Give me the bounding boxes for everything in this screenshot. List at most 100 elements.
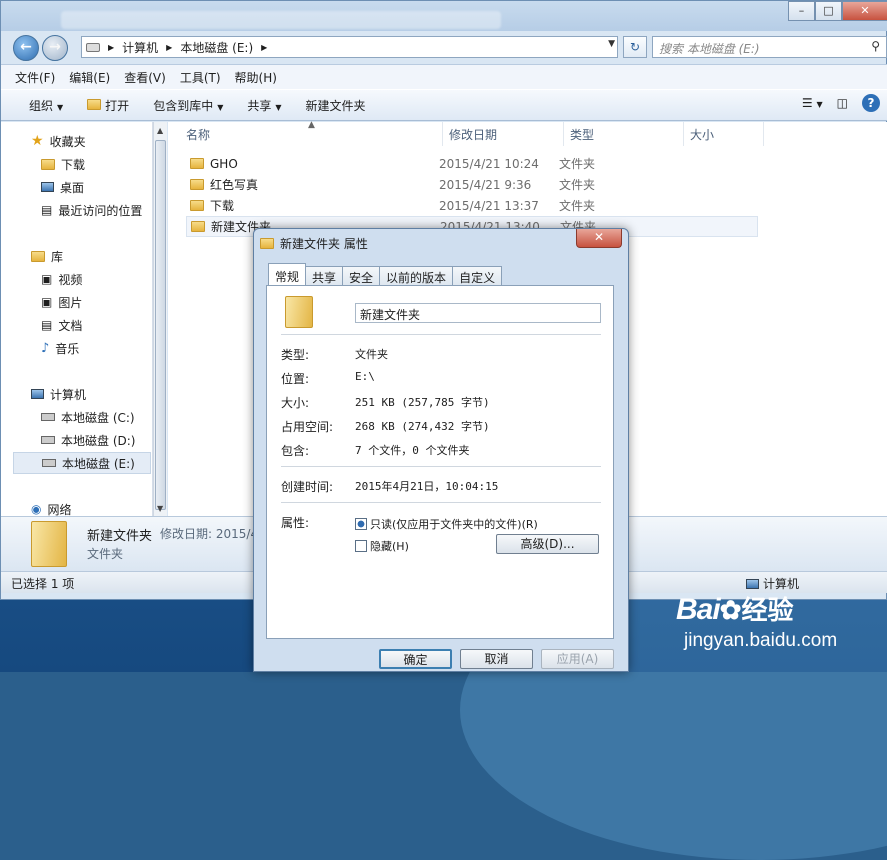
- dialog-title: 新建文件夹 属性: [280, 237, 368, 251]
- downloads-icon: [41, 158, 55, 170]
- chevron-down-icon: ▼: [275, 102, 282, 112]
- menu-file[interactable]: 文件(F): [15, 69, 55, 86]
- baidu-jingyan-watermark: Bai✿经验 jingyan.baidu.com: [676, 590, 876, 668]
- scroll-thumb[interactable]: [155, 140, 166, 510]
- include-in-library-button[interactable]: 包含到库中 ▼: [153, 97, 223, 114]
- sidebar-label: 最近访问的位置: [58, 203, 143, 218]
- hidden-check[interactable]: [355, 540, 367, 552]
- sidebar-item-drive-c[interactable]: 本地磁盘 (C:): [41, 406, 135, 428]
- chevron-down-icon: ▼: [217, 102, 224, 112]
- sidebar-item-recent[interactable]: ▤ 最近访问的位置: [41, 199, 142, 221]
- advanced-button[interactable]: 高级(D)...: [496, 534, 599, 554]
- ok-button[interactable]: 确定: [379, 649, 452, 669]
- apply-button[interactable]: 应用(A): [541, 649, 614, 669]
- new-folder-button[interactable]: 新建文件夹: [306, 97, 366, 114]
- organize-label: 组织: [29, 98, 54, 113]
- divider: [281, 466, 601, 467]
- menu-view[interactable]: 查看(V): [124, 69, 166, 86]
- scroll-down-icon[interactable]: ▼: [157, 504, 163, 513]
- back-button[interactable]: ←: [13, 35, 39, 61]
- minimize-button[interactable]: –: [788, 1, 815, 21]
- search-icon[interactable]: ⚲: [871, 39, 880, 53]
- address-bar[interactable]: ▶ 计算机 ▶ 本地磁盘 (E:) ▶ ▼: [81, 36, 618, 58]
- sidebar-scrollbar[interactable]: ▲ ▼: [153, 122, 167, 516]
- tab-previous-versions[interactable]: 以前的版本: [379, 266, 454, 286]
- forward-button[interactable]: →: [42, 35, 68, 61]
- file-row[interactable]: 下载 2015/4/21 13:37 文件夹: [186, 195, 758, 216]
- readonly-check[interactable]: [355, 518, 367, 530]
- column-date[interactable]: 修改日期: [443, 122, 564, 146]
- computer-icon: [746, 578, 759, 589]
- sidebar-item-videos[interactable]: ▣ 视频: [41, 268, 82, 290]
- address-dropdown-icon[interactable]: ▼: [608, 39, 615, 49]
- cancel-button[interactable]: 取消: [460, 649, 533, 669]
- folder-icon: [191, 221, 205, 232]
- dialog-title-bar: 新建文件夹 属性: [260, 235, 368, 252]
- hidden-checkbox[interactable]: 隐藏(H): [355, 538, 409, 554]
- sidebar-item-pictures[interactable]: ▣ 图片: [41, 291, 82, 313]
- tab-security[interactable]: 安全: [342, 266, 381, 286]
- file-name: 下载: [210, 199, 235, 213]
- breadcrumb-drive-e[interactable]: 本地磁盘 (E:): [180, 39, 253, 56]
- maximize-button[interactable]: □: [815, 1, 842, 21]
- prop-created: 创建时间: 2015年4月21日，10:04:15: [281, 478, 498, 495]
- help-icon[interactable]: ?: [862, 94, 880, 112]
- share-button[interactable]: 共享 ▼: [247, 97, 281, 114]
- folder-name-field[interactable]: 新建文件夹: [355, 303, 601, 323]
- close-window-button[interactable]: ✕: [842, 1, 887, 21]
- refresh-button[interactable]: ↻: [623, 36, 647, 58]
- prop-value: E:\: [355, 370, 375, 383]
- readonly-checkbox[interactable]: 只读(仅应用于文件夹中的文件)(R): [355, 516, 538, 532]
- sidebar-label: 图片: [58, 295, 83, 310]
- view-options-icon[interactable]: ☰ ▼: [802, 96, 823, 110]
- prop-value: 251 KB (257,785 字节): [355, 396, 490, 409]
- prop-location: 位置: E:\: [281, 370, 375, 387]
- tab-customize[interactable]: 自定义: [452, 266, 503, 286]
- pictures-icon: ▣: [41, 295, 53, 309]
- column-type[interactable]: 类型: [564, 122, 684, 146]
- breadcrumb-computer[interactable]: 计算机: [122, 39, 158, 56]
- sidebar-item-music[interactable]: ♪ 音乐: [41, 337, 79, 359]
- tab-sharing[interactable]: 共享: [305, 266, 344, 286]
- sidebar-label: 网络: [47, 502, 72, 517]
- tab-general[interactable]: 常规: [268, 263, 307, 286]
- divider: [281, 502, 601, 503]
- sidebar-item-drive-d[interactable]: 本地磁盘 (D:): [41, 429, 135, 451]
- menu-edit[interactable]: 编辑(E): [69, 69, 110, 86]
- file-row[interactable]: GHO 2015/4/21 10:24 文件夹: [186, 153, 758, 174]
- file-date: 2015/4/21 9:36: [439, 177, 532, 192]
- menu-tools[interactable]: 工具(T): [180, 69, 221, 86]
- sidebar-item-drive-e[interactable]: 本地磁盘 (E:): [13, 452, 151, 474]
- sidebar-label: 收藏夹: [49, 134, 86, 149]
- search-input[interactable]: 搜索 本地磁盘 (E:) ⚲: [652, 36, 887, 58]
- organize-button[interactable]: 组织 ▼: [29, 97, 63, 114]
- dialog-close-button[interactable]: ✕: [576, 229, 622, 248]
- open-folder-icon: [87, 98, 102, 110]
- library-icon: [31, 250, 45, 262]
- file-name: 红色写真: [210, 178, 259, 192]
- sidebar-favorites[interactable]: ★ 收藏夹: [31, 130, 86, 152]
- prop-attributes-label: 属性:: [281, 514, 355, 531]
- prop-size: 大小: 251 KB (257,785 字节): [281, 394, 490, 411]
- general-tab-panel: 新建文件夹 类型: 文件夹 位置: E:\ 大小: 251 KB (257,785 字…: [266, 285, 614, 639]
- prop-size-on-disk: 占用空间: 268 KB (274,432 字节): [281, 418, 490, 435]
- folder-icon: [260, 238, 274, 249]
- file-type: 文件夹: [559, 157, 596, 171]
- navigation-pane: ★ 收藏夹 下载 桌面 ▤ 最近访问的位置 库 ▣ 视频 ▣ 图片 ▤ 文档 ♪ 音乐 计算…: [1, 122, 153, 517]
- details-modified: 修改日期: 2015/4: [160, 527, 259, 541]
- menu-help[interactable]: 帮助(H): [235, 69, 277, 86]
- sidebar-libraries[interactable]: 库: [31, 245, 63, 267]
- sidebar-item-documents[interactable]: ▤ 文档: [41, 314, 82, 336]
- scroll-up-icon[interactable]: ▲: [157, 126, 163, 135]
- sidebar-item-desktop[interactable]: 桌面: [41, 176, 84, 198]
- video-icon: ▣: [41, 272, 53, 286]
- column-name[interactable]: 名称: [180, 122, 443, 146]
- sidebar-computer[interactable]: 计算机: [31, 383, 86, 405]
- sidebar-item-downloads[interactable]: 下载: [41, 153, 85, 175]
- open-button[interactable]: 打开: [87, 97, 129, 114]
- preview-pane-icon[interactable]: ◫: [837, 96, 848, 110]
- folder-icon: [190, 200, 204, 211]
- prop-value: 7 个文件，0 个文件夹: [355, 444, 470, 457]
- column-size[interactable]: 大小: [684, 122, 764, 146]
- file-row[interactable]: 红色写真 2015/4/21 9:36 文件夹: [186, 174, 758, 195]
